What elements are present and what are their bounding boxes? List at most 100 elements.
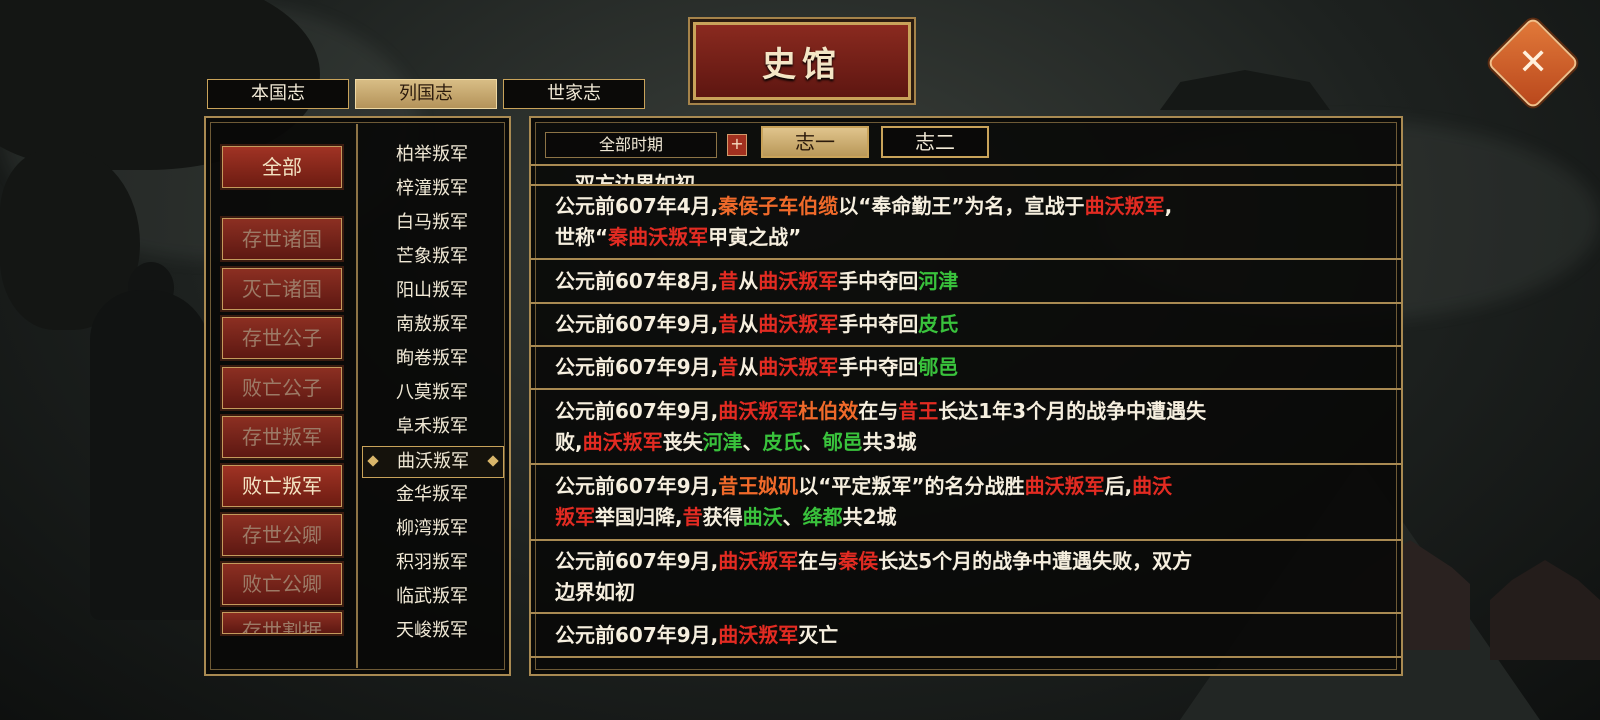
rebel-list-item[interactable]: 金华叛军 <box>362 480 502 510</box>
panel-divider <box>356 124 358 668</box>
history-text-segment: 公元前607年8月, <box>555 268 719 293</box>
rebel-list-item[interactable]: 积羽叛军 <box>362 548 502 578</box>
history-entry: 公元前607年9月,昔从曲沃叛军手中夺回郇邑 <box>531 347 1401 390</box>
history-text-segment: 昔 <box>718 312 739 336</box>
history-text-segment: 绛都 <box>802 505 843 529</box>
history-text-segment: 长达1年3个月的战争中遭遇失 <box>938 398 1207 423</box>
category-all-button[interactable]: 全部 <box>222 146 342 188</box>
category-panel: 全部 存世诸国 灭亡诸国 存世公子 败亡公子 存世叛军 败亡叛军 存世公卿 败亡… <box>204 116 511 676</box>
history-entry-line: 边界如初 <box>555 577 1377 608</box>
expand-button[interactable]: + <box>727 134 747 156</box>
history-text-segment: 河津 <box>702 429 743 454</box>
tab-zhi-two[interactable]: 志二 <box>881 126 989 158</box>
history-text-segment: 、 <box>802 429 823 454</box>
history-entry: ，双方边界如初 <box>531 166 1401 186</box>
history-entry: 公元前607年9月,昔王姒矶以“平定叛军”的名分战胜曲沃叛军后,曲沃 叛军举国归降… <box>531 465 1401 541</box>
history-text-segment: 公元前607年9月, <box>555 398 719 423</box>
rebel-list-item[interactable]: 天峻叛军 <box>362 616 502 646</box>
history-text-segment: 败, <box>555 429 583 454</box>
category-button[interactable]: 存世诸国 <box>222 218 342 260</box>
history-text-segment: 共3城 <box>862 429 917 454</box>
history-text-segment: 在与 <box>798 548 839 573</box>
history-text-segment: , <box>1164 194 1173 218</box>
category-button[interactable]: 败亡公子 <box>222 367 342 409</box>
history-text-segment: 曲沃叛军 <box>1084 194 1165 218</box>
history-text-segment: 曲沃叛军 <box>758 355 839 379</box>
history-text-segment: 公元前607年9月, <box>555 622 719 647</box>
history-entry: 公元前607年8月,昔从曲沃叛军手中夺回河津 <box>531 260 1401 304</box>
pagoda-building <box>1490 560 1600 660</box>
history-text-segment: 从 <box>738 268 759 293</box>
history-text-segment: 手中夺回 <box>838 312 919 336</box>
history-entry-line: 公元前607年9月,昔王姒矶以“平定叛军”的名分战胜曲沃叛军后,曲沃 <box>555 471 1377 502</box>
tab-lieguozhi[interactable]: 列国志 <box>355 79 497 109</box>
history-text-segment: 公元前607年9月, <box>555 355 719 379</box>
history-text-segment: 从 <box>738 355 759 379</box>
category-button[interactable]: 灭亡诸国 <box>222 268 342 310</box>
rebel-list-item[interactable]: 柏举叛军 <box>362 140 502 170</box>
history-entry-line: 公元前607年4月,秦侯子车伯缆以“奉命勤王”为名，宣战于曲沃叛军, <box>555 191 1377 222</box>
history-entry-line: 公元前607年9月,昔从曲沃叛军手中夺回郇邑 <box>555 352 1377 383</box>
history-entry: 公元前607年4月,秦侯子车伯缆以“奉命勤王”为名，宣战于曲沃叛军, 世称“秦曲沃… <box>531 186 1401 260</box>
rebel-list-item[interactable]: 白马叛军 <box>362 208 502 238</box>
history-text-segment: 曲沃 <box>1132 474 1173 498</box>
category-button[interactable]: 存世公卿 <box>222 514 342 556</box>
rebel-list-item[interactable]: 眴卷叛军 <box>362 344 502 374</box>
history-text-segment: 曲沃叛军 <box>758 268 839 293</box>
history-entry: 公元前607年9月,昔从曲沃叛军手中夺回皮氏 <box>531 304 1401 347</box>
rebel-list-item[interactable]: 南敖叛军 <box>362 310 502 340</box>
history-text-segment: 昔 <box>718 355 739 379</box>
rebel-list-item[interactable]: 阳山叛军 <box>362 276 502 306</box>
history-text-segment: ，双方边界如初 <box>555 172 695 186</box>
tab-shijiazhi[interactable]: 世家志 <box>503 79 645 109</box>
history-text-segment: 昔 <box>718 268 739 293</box>
rebel-list-item-selected[interactable]: 曲沃叛军 <box>362 446 504 478</box>
history-text-segment: 皮氏 <box>762 429 803 454</box>
history-text-segment: 共2城 <box>842 505 897 529</box>
category-button[interactable]: 存世公子 <box>222 317 342 359</box>
history-text-segment: 举国归降, <box>595 505 683 529</box>
history-text-segment: 边界如初 <box>555 579 635 604</box>
history-text-segment: 在与 <box>858 398 899 423</box>
character-silhouette-head <box>128 262 174 314</box>
history-text-segment: 曲沃叛军 <box>1024 474 1105 498</box>
rebel-list-item[interactable]: 临武叛军 <box>362 582 502 612</box>
tab-zhi-one[interactable]: 志一 <box>761 126 869 158</box>
history-text-segment: 秦侯子车伯缆 <box>718 194 839 218</box>
period-select[interactable]: 全部时期 <box>545 132 717 158</box>
history-text-segment: 皮氏 <box>918 312 959 336</box>
history-entry-line: 公元前607年8月,昔从曲沃叛军手中夺回河津 <box>555 266 1377 297</box>
history-text-segment: 曲沃叛军 <box>758 312 839 336</box>
title-plate: 史馆 <box>693 22 911 100</box>
rebel-list-item[interactable]: 芒象叛军 <box>362 242 502 272</box>
category-button[interactable]: 存世叛军 <box>222 416 342 458</box>
tab-benguozhi[interactable]: 本国志 <box>207 79 349 109</box>
close-button[interactable]: ✕ <box>1486 16 1580 110</box>
history-text-segment: 公元前607年9月, <box>555 548 719 573</box>
history-entry-line: ，双方边界如初 <box>555 172 1377 186</box>
history-text-segment: 昔王 <box>898 398 939 423</box>
history-panel: 全部时期 + 志一 志二 ，双方边界如初 公元前607年4月,秦侯子车伯缆以“奉命… <box>529 116 1403 676</box>
rebel-list-item[interactable]: 梓潼叛军 <box>362 174 502 204</box>
history-text-segment: 丧失 <box>662 429 703 454</box>
history-text-segment: 曲沃 <box>742 505 783 529</box>
history-entry: 公元前607年9月,曲沃叛军在与秦侯长达5个月的战争中遭遇失败，双方 边界如初 <box>531 541 1401 614</box>
rebel-list-item[interactable]: 阜禾叛军 <box>362 412 502 442</box>
rebel-list-item[interactable]: 柳湾叛军 <box>362 514 502 544</box>
category-button-selected[interactable]: 败亡叛军 <box>222 465 342 507</box>
history-text-segment: 灭亡 <box>798 622 839 647</box>
history-entry-line: 世称“秦曲沃叛军甲寅之战” <box>555 222 1377 253</box>
history-text-segment: 郇邑 <box>918 355 959 379</box>
category-button[interactable]: 败亡公卿 <box>222 563 342 605</box>
close-icon: ✕ <box>1517 41 1549 83</box>
history-text-segment: 手中夺回 <box>838 355 919 379</box>
history-entry: 公元前607年9月,曲沃叛军杜伯效在与昔王长达1年3个月的战争中遭遇失 败,曲沃叛… <box>531 390 1401 465</box>
history-text-segment: 手中夺回 <box>838 268 919 293</box>
history-text-segment: 公元前607年4月, <box>555 194 719 218</box>
history-text-segment: 从 <box>738 312 759 336</box>
rebel-list-item[interactable]: 八莫叛军 <box>362 378 502 408</box>
category-button[interactable]: 存世割据 <box>222 612 342 634</box>
history-text-segment: 世称“ <box>555 225 609 249</box>
history-text-segment: 曲沃叛军 <box>718 548 799 573</box>
history-entry-line: 公元前607年9月,昔从曲沃叛军手中夺回皮氏 <box>555 309 1377 340</box>
